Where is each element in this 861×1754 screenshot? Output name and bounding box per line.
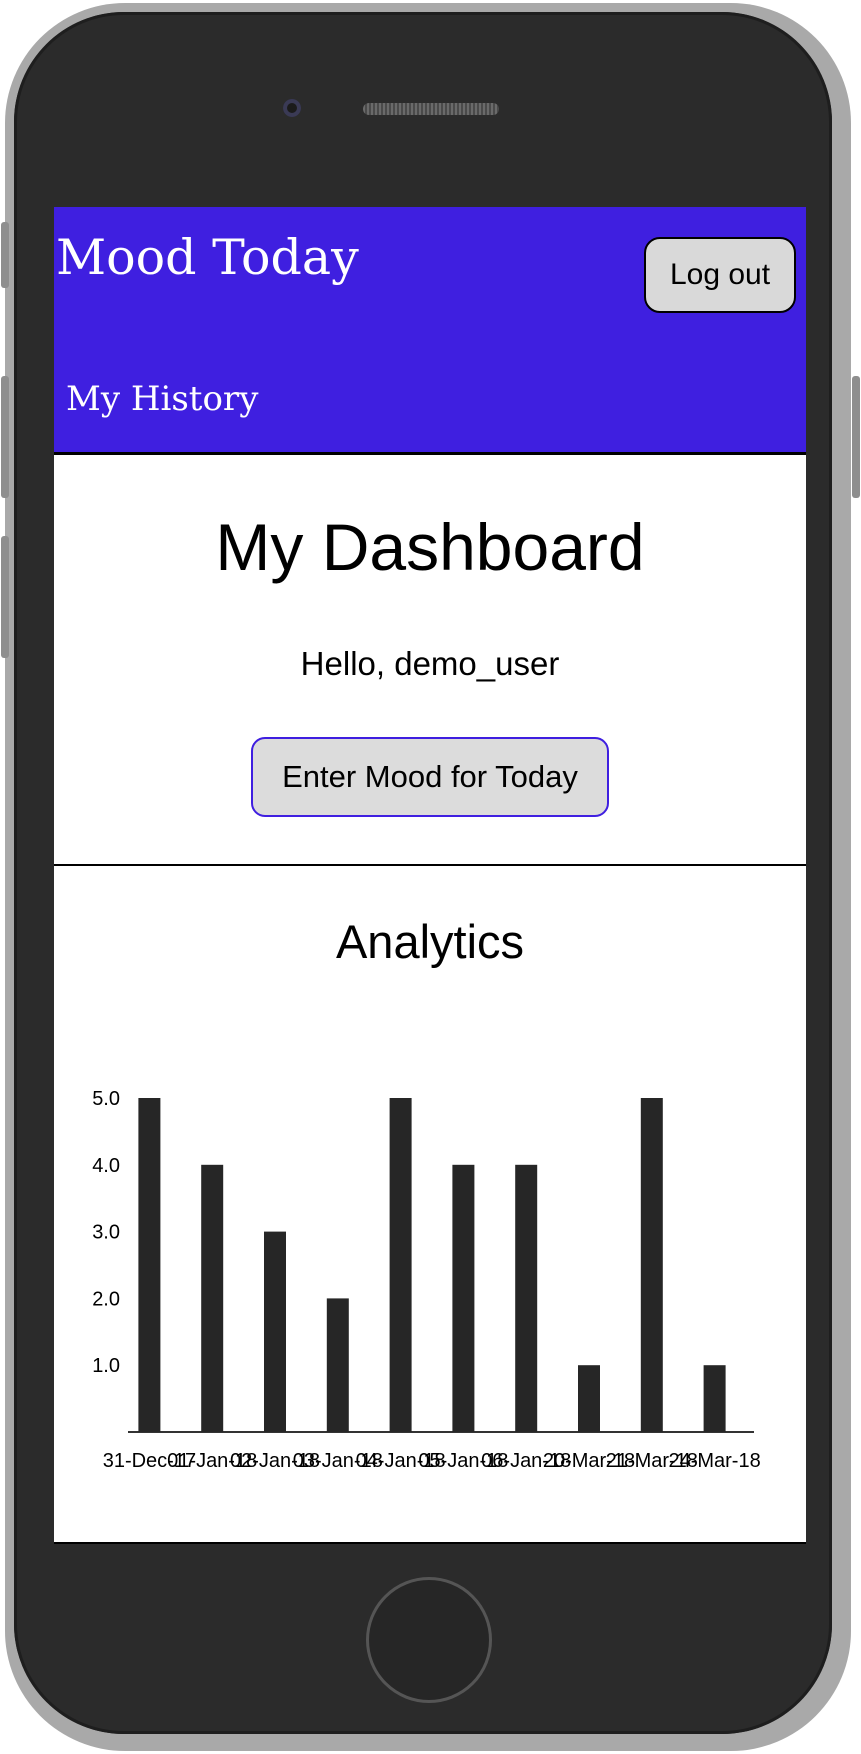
y-tick-label: 5.0 [92,1088,120,1110]
volume-up-button [1,376,9,498]
y-tick-label: 3.0 [92,1222,120,1244]
bar [703,1365,726,1432]
mood-bar-chart: 1.02.03.04.05.031-Dec-1701-Jan-1802-Jan-… [92,1088,761,1472]
bar [515,1164,538,1432]
screen-bottom-border [54,1542,806,1544]
bar [452,1164,475,1432]
bar [326,1298,349,1432]
bar [640,1098,663,1432]
volume-down-button [1,536,9,658]
app-brand[interactable]: Mood Today [56,229,359,286]
x-tick-label: 24-Mar-18 [668,1450,760,1472]
power-button [852,376,860,498]
home-button[interactable] [366,1577,492,1703]
page-title: My Dashboard [215,510,645,584]
enter-mood-button[interactable]: Enter Mood for Today [251,737,609,817]
analytics-section: Analytics 1.0 2.0 3.0 4.0 5.0 31-Dec-17 01-Jan… [54,866,806,1544]
bar [389,1098,412,1432]
logout-button[interactable]: Log out [644,237,796,313]
y-tick-label: 2.0 [92,1288,120,1310]
bar [201,1164,224,1432]
dashboard-section: My Dashboard Hello, demo_user Enter Mood… [54,455,806,866]
app-screen: Mood Today Log out My History My Dashboa… [54,207,806,1544]
greeting-text: Hello, demo_user [300,645,560,682]
earpiece-speaker [363,103,499,115]
bar [578,1365,600,1432]
front-camera [283,99,301,117]
silent-switch [1,222,9,288]
bar [264,1231,286,1432]
app-header: Mood Today Log out My History [54,207,806,455]
y-tick-label: 1.0 [92,1355,120,1377]
nav-link-my-history[interactable]: My History [66,379,258,419]
y-tick-label: 4.0 [92,1155,120,1177]
bar [138,1098,161,1432]
